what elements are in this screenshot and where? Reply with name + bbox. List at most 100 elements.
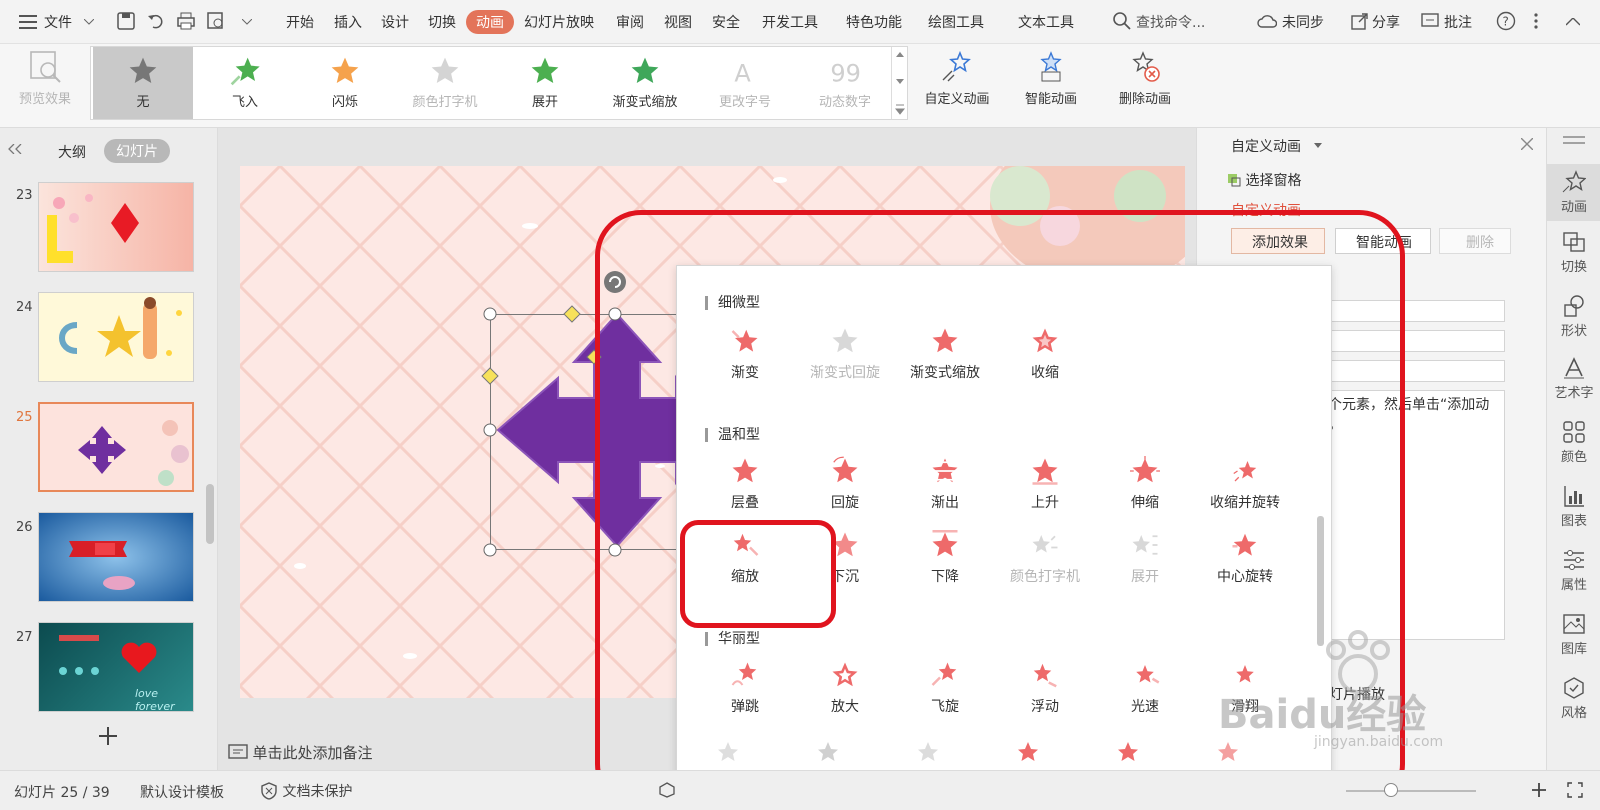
add-slide-icon[interactable] bbox=[96, 724, 120, 748]
tab-review[interactable]: 审阅 bbox=[616, 12, 644, 32]
preview-effect-button[interactable]: 预览效果 bbox=[0, 44, 90, 128]
tab-outline[interactable]: 大纲 bbox=[58, 142, 86, 162]
file-menu[interactable]: 文件 bbox=[44, 12, 72, 32]
preview-icon bbox=[30, 51, 61, 83]
search-command[interactable]: 查找命令... bbox=[1136, 12, 1205, 32]
sidebar-transition[interactable]: 切换 bbox=[1547, 230, 1600, 275]
expand-icon bbox=[531, 57, 559, 83]
document-protection[interactable]: 文档未保护 bbox=[260, 781, 352, 801]
tab-slideshow[interactable]: 幻灯片放映 bbox=[524, 12, 594, 32]
tab-text-tools[interactable]: 文本工具 bbox=[1018, 12, 1074, 32]
annotation-highlight-zoom bbox=[680, 520, 836, 628]
tab-drawing-tools[interactable]: 绘图工具 bbox=[928, 12, 984, 32]
slide-24-art bbox=[59, 297, 182, 359]
sidebar-animation[interactable]: 动画 bbox=[1547, 164, 1600, 221]
slide-thumb-27[interactable]: love forever bbox=[38, 622, 194, 712]
slide-thumb-25[interactable] bbox=[38, 402, 194, 492]
tab-insert[interactable]: 插入 bbox=[334, 12, 362, 32]
tab-view[interactable]: 视图 bbox=[664, 12, 692, 32]
help-icon[interactable]: ? bbox=[1496, 11, 1516, 31]
ribbon: 预览效果 无 飞入 闪烁 颜色打字机 展开 渐变式缩放 A 更改字号 99 动态… bbox=[0, 44, 1600, 128]
sidebar-color[interactable]: 颜色 bbox=[1547, 420, 1600, 465]
tab-slides[interactable]: 幻灯片 bbox=[104, 139, 170, 163]
sidebar-gallery[interactable]: 图库 bbox=[1547, 612, 1600, 657]
sidebar-style[interactable]: 风格 bbox=[1547, 676, 1600, 721]
effect-change-font-size[interactable]: A 更改字号 bbox=[695, 47, 795, 119]
effect-label: 动态数字 bbox=[818, 95, 871, 110]
effect-fade-zoom[interactable]: 渐变式缩放 bbox=[595, 47, 695, 119]
collapse-panel-icon[interactable] bbox=[6, 140, 24, 158]
share-button[interactable]: 分享 bbox=[1372, 12, 1400, 32]
close-icon[interactable] bbox=[1519, 136, 1535, 152]
tab-security[interactable]: 安全 bbox=[712, 12, 740, 32]
more-icon[interactable] bbox=[1530, 11, 1542, 31]
tab-transition[interactable]: 切换 bbox=[428, 12, 456, 32]
design-template[interactable]: 默认设计模板 bbox=[140, 782, 224, 802]
tab-features[interactable]: 特色功能 bbox=[846, 12, 902, 32]
effect-label: 更改字号 bbox=[718, 95, 771, 110]
tab-home[interactable]: 开始 bbox=[286, 12, 314, 32]
share-icon[interactable] bbox=[1350, 11, 1370, 31]
gallery-scroll[interactable] bbox=[891, 47, 907, 119]
effect-flash[interactable]: 闪烁 bbox=[295, 47, 395, 119]
effect-color-typewriter[interactable]: 颜色打字机 bbox=[395, 47, 495, 119]
flash-icon bbox=[331, 57, 359, 83]
comment-button[interactable]: 批注 bbox=[1444, 12, 1472, 32]
slide-thumb-23[interactable] bbox=[38, 182, 194, 272]
slide-thumb-26[interactable] bbox=[38, 512, 194, 602]
fit-window-icon[interactable] bbox=[1566, 781, 1584, 799]
gallery-scroll-arrows-icon bbox=[894, 52, 906, 115]
document-protection-label: 文档未保护 bbox=[282, 784, 353, 800]
slide-thumb-24[interactable] bbox=[38, 292, 194, 382]
sidebar-label: 图库 bbox=[1560, 642, 1587, 657]
search-icon[interactable] bbox=[1112, 11, 1132, 31]
tab-animation[interactable]: 动画 bbox=[466, 10, 514, 34]
effect-label: 飞入 bbox=[231, 95, 258, 110]
smart-animation-button[interactable]: 智能动画 bbox=[1006, 44, 1096, 124]
dynamic-number-icon: 99 bbox=[830, 60, 861, 87]
effect-none[interactable]: 无 bbox=[93, 47, 193, 119]
chevron-down-icon[interactable] bbox=[82, 14, 96, 30]
panel-scrollbar[interactable] bbox=[206, 484, 214, 544]
delete-animation-button[interactable]: 删除动画 bbox=[1100, 44, 1190, 124]
effect-dynamic-number[interactable]: 99 动态数字 bbox=[795, 47, 895, 119]
sidebar-label: 形状 bbox=[1560, 324, 1587, 339]
print-icon[interactable] bbox=[176, 11, 196, 31]
effect-expand[interactable]: 展开 bbox=[495, 47, 595, 119]
sidebar-label: 切换 bbox=[1560, 260, 1587, 275]
effect-label: 闪烁 bbox=[331, 95, 358, 110]
thumb-27-text: love forever bbox=[135, 687, 175, 712]
selection-pane-link[interactable]: 选择窗格 bbox=[1227, 170, 1301, 190]
chevron-down-icon[interactable] bbox=[1313, 140, 1323, 150]
effect-fly-in[interactable]: 飞入 bbox=[195, 47, 295, 119]
sync-status[interactable]: 未同步 bbox=[1282, 12, 1324, 32]
sidebar-shapes[interactable]: 形状 bbox=[1547, 294, 1600, 339]
slide-number: 24 bbox=[16, 300, 33, 315]
zoom-in-icon[interactable] bbox=[1530, 781, 1548, 799]
custom-animation-button[interactable]: 自定义动画 bbox=[912, 44, 1002, 124]
status-view-icon[interactable] bbox=[658, 781, 676, 799]
tab-developer[interactable]: 开发工具 bbox=[762, 12, 818, 32]
collapse-ribbon-icon[interactable] bbox=[1564, 12, 1582, 32]
comment-icon[interactable] bbox=[1420, 11, 1440, 31]
save-icon[interactable] bbox=[116, 11, 136, 31]
notes-bar[interactable]: 单击此处添加备注 bbox=[228, 742, 372, 763]
sidebar-wordart[interactable]: 艺术字 bbox=[1547, 356, 1600, 401]
menu-bar: 文件 开始 插入 设计 切换 动画 幻灯片放映 审阅 视图 安全 开发工具 特色… bbox=[0, 0, 1600, 44]
hamburger-icon[interactable] bbox=[18, 12, 38, 32]
color-icon bbox=[1563, 421, 1585, 443]
customize-toolbar-icon[interactable] bbox=[240, 14, 254, 30]
cloud-sync-icon[interactable] bbox=[1256, 11, 1278, 31]
gallery-icon bbox=[1563, 614, 1585, 634]
zoom-slider-thumb[interactable] bbox=[1384, 783, 1398, 797]
tab-design[interactable]: 设计 bbox=[381, 12, 409, 32]
delete-effect-button[interactable]: 删除 bbox=[1439, 228, 1511, 254]
sidebar-properties[interactable]: 属性 bbox=[1547, 548, 1600, 593]
transition-icon bbox=[1563, 232, 1585, 252]
sidebar-menu-icon[interactable] bbox=[1561, 132, 1587, 148]
undo-icon[interactable] bbox=[146, 11, 166, 31]
effect-label: 渐变式缩放 bbox=[612, 95, 678, 110]
zoom-slider[interactable] bbox=[1346, 790, 1476, 792]
sidebar-chart[interactable]: 图表 bbox=[1547, 484, 1600, 529]
print-preview-icon[interactable] bbox=[206, 11, 226, 31]
